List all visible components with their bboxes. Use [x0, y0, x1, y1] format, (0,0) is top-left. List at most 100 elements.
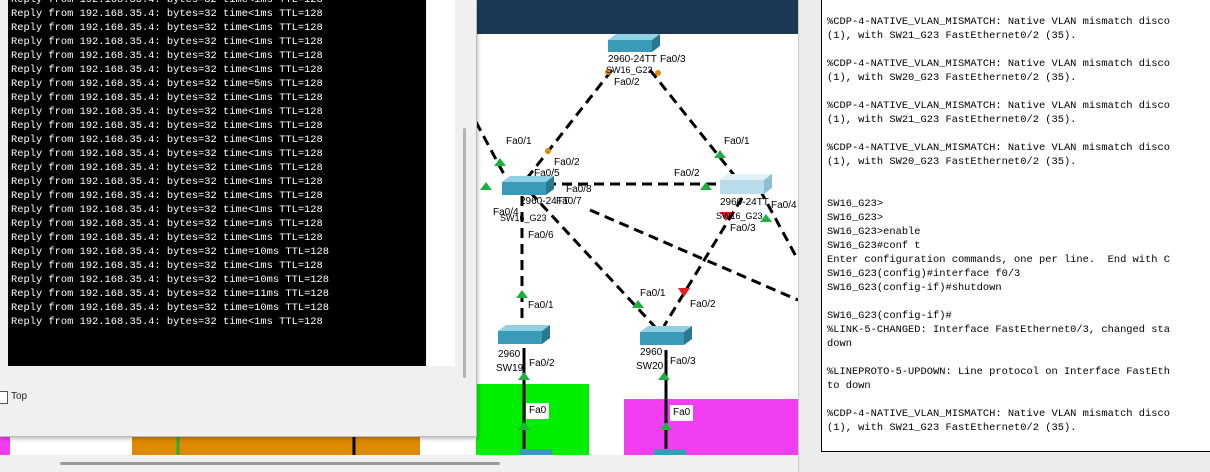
cmd-output-line: Reply from 192.168.35.4: bytes=32 time=5…: [11, 78, 323, 90]
cli-output-line: Enter configuration commands, one per li…: [827, 254, 1170, 266]
cli-output[interactable]: %CDP-4-NATIVE_VLAN_MISMATCH: Native VLAN…: [827, 15, 1170, 435]
cli-output-line: SW16_G23#conf t: [827, 240, 921, 252]
port-label: Fa0/2: [614, 77, 640, 88]
cli-output-line: (1), with SW21_G23 FastEthernet0/2 (35).: [827, 114, 1077, 126]
switch-model-label: 2960-24TT: [720, 197, 769, 208]
switch-model-label: 2960: [498, 349, 521, 360]
link-up-indicator: [494, 158, 506, 166]
command-prompt-output[interactable]: Reply from 192.168.35.4: bytes=32 time<1…: [8, 0, 426, 366]
cli-output-line: [827, 351, 1170, 365]
switch-model-label: 2960: [640, 347, 663, 358]
link-left-offscreen[interactable]: [589, 208, 798, 302]
port-label: Fa0/7: [556, 196, 582, 207]
cli-output-line: [827, 127, 1170, 141]
cmd-output-line: Reply from 192.168.35.4: bytes=32 time=1…: [11, 288, 330, 300]
horizontal-scrollbar-thumb[interactable]: [60, 462, 500, 465]
port-label: Fa0/2: [554, 157, 580, 168]
cli-output-line: %CDP-4-NATIVE_VLAN_MISMATCH: Native VLAN…: [827, 142, 1170, 154]
port-label: Fa0/4: [771, 200, 797, 211]
cli-output-line: (1), with SW20_G23 FastEthernet0/2 (35).: [827, 72, 1077, 84]
link-up-indicator: [658, 372, 670, 380]
link-up-indicator: [480, 182, 492, 190]
cmd-output-line: Reply from 192.168.35.4: bytes=32 time<1…: [11, 204, 323, 216]
switch-icon[interactable]: [608, 34, 660, 52]
cli-output-line: SW16_G23(config-if)#: [827, 310, 952, 322]
cmd-output-line: Reply from 192.168.35.4: bytes=32 time<1…: [11, 64, 323, 76]
cli-output-line: %CDP-4-NATIVE_VLAN_MISMATCH: Native VLAN…: [827, 16, 1170, 28]
port-label: Fa0: [526, 403, 550, 419]
cmd-output-line: Reply from 192.168.35.4: bytes=32 time<1…: [11, 190, 323, 202]
green-area: [476, 384, 589, 456]
cli-output-line: [827, 183, 1170, 197]
cmd-output-line: Reply from 192.168.35.4: bytes=32 time<1…: [11, 260, 323, 272]
port-label: Fa0/1: [640, 288, 666, 299]
cmd-output-line: Reply from 192.168.35.4: bytes=32 time=1…: [11, 246, 330, 258]
cli-output-line: [827, 43, 1170, 57]
switch-model-label: 2960-24TT: [608, 54, 657, 65]
cli-output-line: down: [827, 338, 852, 350]
cmd-output-line: Reply from 192.168.35.4: bytes=32 time<1…: [11, 176, 323, 188]
cli-output-line: [827, 169, 1170, 183]
switch-icon[interactable]: [498, 325, 550, 344]
cmd-output-line: Reply from 192.168.35.4: bytes=32 time<1…: [11, 120, 323, 132]
cmd-output-line: Reply from 192.168.35.4: bytes=32 time<1…: [11, 92, 323, 104]
cli-output-line: [827, 85, 1170, 99]
command-prompt-window[interactable]: Reply from 192.168.35.4: bytes=32 time<1…: [0, 0, 477, 437]
link-down-indicator: [678, 288, 690, 297]
cmd-output-line: Reply from 192.168.35.4: bytes=32 time<1…: [11, 106, 323, 118]
cmd-output-line: Reply from 192.168.35.4: bytes=32 time<1…: [11, 22, 323, 34]
cli-output-line: %CDP-4-NATIVE_VLAN_MISMATCH: Native VLAN…: [827, 100, 1170, 112]
cli-output-line: [827, 393, 1170, 407]
link-top-right[interactable]: [648, 69, 740, 181]
cli-output-line: [827, 295, 1170, 309]
cmd-output-line: Reply from 192.168.35.4: bytes=32 time<1…: [11, 8, 323, 20]
cli-output-line: %LINK-5-CHANGED: Interface FastEthernet0…: [827, 324, 1170, 336]
top-checkbox-label: Top: [11, 391, 28, 402]
top-checkbox[interactable]: [0, 391, 8, 404]
cli-output-line: SW16_G23(config)#interface f0/3: [827, 268, 1021, 280]
cli-output-line: (1), with SW21_G23 FastEthernet0/2 (35).: [827, 30, 1077, 42]
cmd-output-line: Reply from 192.168.35.4: bytes=32 time<1…: [11, 134, 323, 146]
link-up-indicator: [516, 290, 528, 298]
switch-name-label: SW16_G23: [716, 211, 763, 221]
cli-output-line: %LINEPROTO-5-UPDOWN: Line protocol on In…: [827, 366, 1170, 378]
port-label: Fa0/2: [690, 299, 716, 310]
cmd-output-line: Reply from 192.168.35.4: bytes=32 time=1…: [11, 302, 330, 314]
port-label: Fa0/2: [529, 358, 555, 369]
vertical-scrollbar-thumb[interactable]: [463, 128, 466, 378]
port-label: Fa0/8: [566, 184, 592, 195]
switch-name-label: SW19: [496, 363, 524, 374]
port-label: Fa0/3: [730, 223, 756, 234]
port-label: Fa0/1: [506, 136, 532, 147]
cli-panel: %CDP-4-NATIVE_VLAN_MISMATCH: Native VLAN…: [798, 0, 1210, 472]
switch-icon[interactable]: [720, 174, 772, 194]
port-label: Fa0/3: [660, 54, 686, 65]
port-label: Fa0/1: [528, 300, 554, 311]
cli-console[interactable]: %CDP-4-NATIVE_VLAN_MISMATCH: Native VLAN…: [821, 0, 1210, 452]
cli-output-line: to down: [827, 380, 871, 392]
cli-output-line: SW16_G23>: [827, 198, 884, 210]
cli-output-line: SW16_G23>: [827, 212, 884, 224]
switch-name-label: SW16_G23: [500, 213, 547, 223]
port-label: Fa0/5: [534, 168, 560, 179]
port-label: Fa0/1: [724, 136, 750, 147]
command-prompt-margin: [427, 0, 455, 366]
cmd-output-line: Reply from 192.168.35.4: bytes=32 time<1…: [11, 0, 323, 6]
port-label: Fa0/3: [670, 356, 696, 367]
magenta-area: [624, 399, 798, 456]
cli-output-line: (1), with SW20_G23 FastEthernet0/2 (35).: [827, 156, 1077, 168]
cli-output-line: %CDP-4-NATIVE_VLAN_MISMATCH: Native VLAN…: [827, 58, 1170, 70]
cli-output-line: (1), with SW21_G23 FastEthernet0/2 (35).: [827, 422, 1077, 434]
link-blocking-indicator: [655, 70, 661, 76]
cmd-output-line: Reply from 192.168.35.4: bytes=32 time<1…: [11, 50, 323, 62]
link-blocking-indicator: [545, 148, 551, 154]
cmd-output-line: Reply from 192.168.35.4: bytes=32 time=1…: [11, 274, 330, 286]
switch-icon[interactable]: [640, 326, 692, 345]
cmd-output-line: Reply from 192.168.35.4: bytes=32 time=1…: [11, 218, 323, 230]
switch-name-label: SW20: [636, 361, 664, 372]
cli-output-line: %CDP-4-NATIVE_VLAN_MISMATCH: Native VLAN…: [827, 408, 1170, 420]
cli-output-line: SW16_G23>enable: [827, 226, 921, 238]
link-offscreen-left[interactable]: [474, 121, 508, 179]
cmd-output-line: Reply from 192.168.35.4: bytes=32 time<1…: [11, 36, 323, 48]
port-label: Fa0/2: [674, 168, 700, 179]
